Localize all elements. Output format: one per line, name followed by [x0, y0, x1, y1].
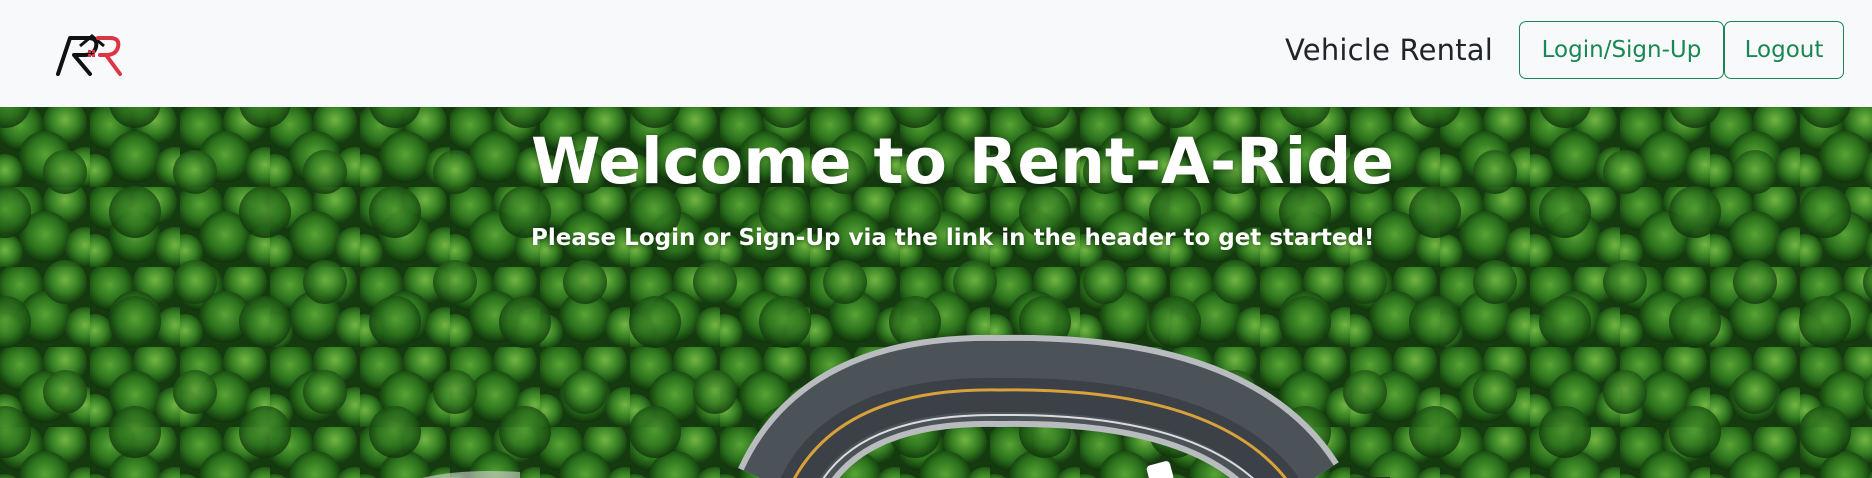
nav-right: Vehicle Rental Login/Sign-Up Logout [1285, 20, 1844, 80]
logout-button[interactable]: Logout [1724, 21, 1844, 79]
nav-title[interactable]: Vehicle Rental [1285, 33, 1493, 67]
brand-logo[interactable] [54, 34, 124, 76]
login-signup-button[interactable]: Login/Sign-Up [1519, 21, 1724, 79]
hero-banner: Welcome to Rent-A-Ride Please Login or S… [0, 107, 1872, 478]
hero-title: Welcome to Rent-A-Ride [531, 125, 1395, 198]
rar-logo-icon [56, 34, 122, 76]
hero-subtitle: Please Login or Sign-Up via the link in … [531, 225, 1375, 251]
navbar: Vehicle Rental Login/Sign-Up Logout [0, 0, 1872, 107]
